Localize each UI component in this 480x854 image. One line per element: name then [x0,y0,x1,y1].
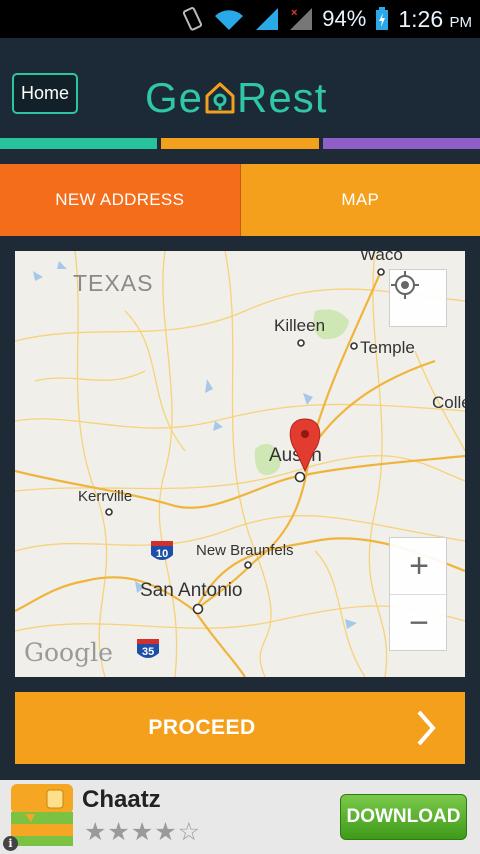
wifi-icon [215,10,244,30]
battery-charging-icon [376,7,389,30]
clock-time: 1:26 [398,5,444,32]
stripe-orange [161,138,319,149]
label-texas: TEXAS [73,270,153,296]
logo-text-left: Ge [145,74,204,121]
chevron-right-icon [417,710,436,746]
battery-percent: 94% [322,6,367,31]
ad-info-icon[interactable]: i [3,836,18,851]
logo-text-right: Rest [237,74,328,121]
color-stripes [0,138,480,149]
interstate-10-shield: 10 [151,541,173,560]
zoom-out-button[interactable]: − [390,595,448,652]
home-button[interactable]: Home [12,73,78,114]
label-college: Colle [432,393,465,412]
proceed-button[interactable]: PROCEED [15,692,465,764]
google-watermark: Google [24,638,113,667]
house-pin-icon [205,82,235,114]
ad-rating-stars: ★★★★☆ [84,818,202,846]
tab-map[interactable]: MAP [240,164,480,236]
label-waco: Waco [360,251,403,264]
interstate-10-label: 10 [156,548,168,560]
label-san-antonio: San Antonio [140,580,242,601]
label-killeen: Killeen [274,316,325,335]
my-location-button[interactable] [389,269,447,327]
proceed-label: PROCEED [148,716,256,739]
clock: 1:26 PM [398,6,472,33]
signal-icon [256,8,279,30]
signal-no-service-icon: × [290,7,313,30]
interstate-35-label: 35 [142,646,154,658]
interstate-35-shield: 35 [137,639,159,658]
label-kerrville: Kerrville [78,488,132,505]
stripe-purple [322,138,480,149]
chaatz-app-icon [11,784,73,846]
crosshair-icon [391,271,419,299]
ad-download-button[interactable]: DOWNLOAD [340,794,467,840]
status-bar: × 94% 1:26 PM [0,0,480,38]
ad-banner[interactable]: Chaatz ★★★★☆ DOWNLOAD i [0,780,480,854]
map-view[interactable]: TEXAS Waco Killeen Temple Colle Austin K… [15,251,465,677]
clock-ampm: PM [449,13,473,31]
tab-bar: NEW ADDRESS MAP [0,164,480,236]
label-temple: Temple [360,338,415,357]
georest-logo: Ge Rest [145,72,327,124]
zoom-in-button[interactable]: + [390,538,448,595]
vibrate-icon [183,7,203,31]
tab-new-address[interactable]: NEW ADDRESS [0,164,241,236]
app-header: Home Ge Rest [0,38,480,138]
label-new-braunfels: New Braunfels [196,542,294,559]
zoom-controls: + − [389,537,448,652]
svg-text:×: × [291,7,297,19]
stripe-teal [0,138,158,149]
ad-title: Chaatz [82,786,161,813]
